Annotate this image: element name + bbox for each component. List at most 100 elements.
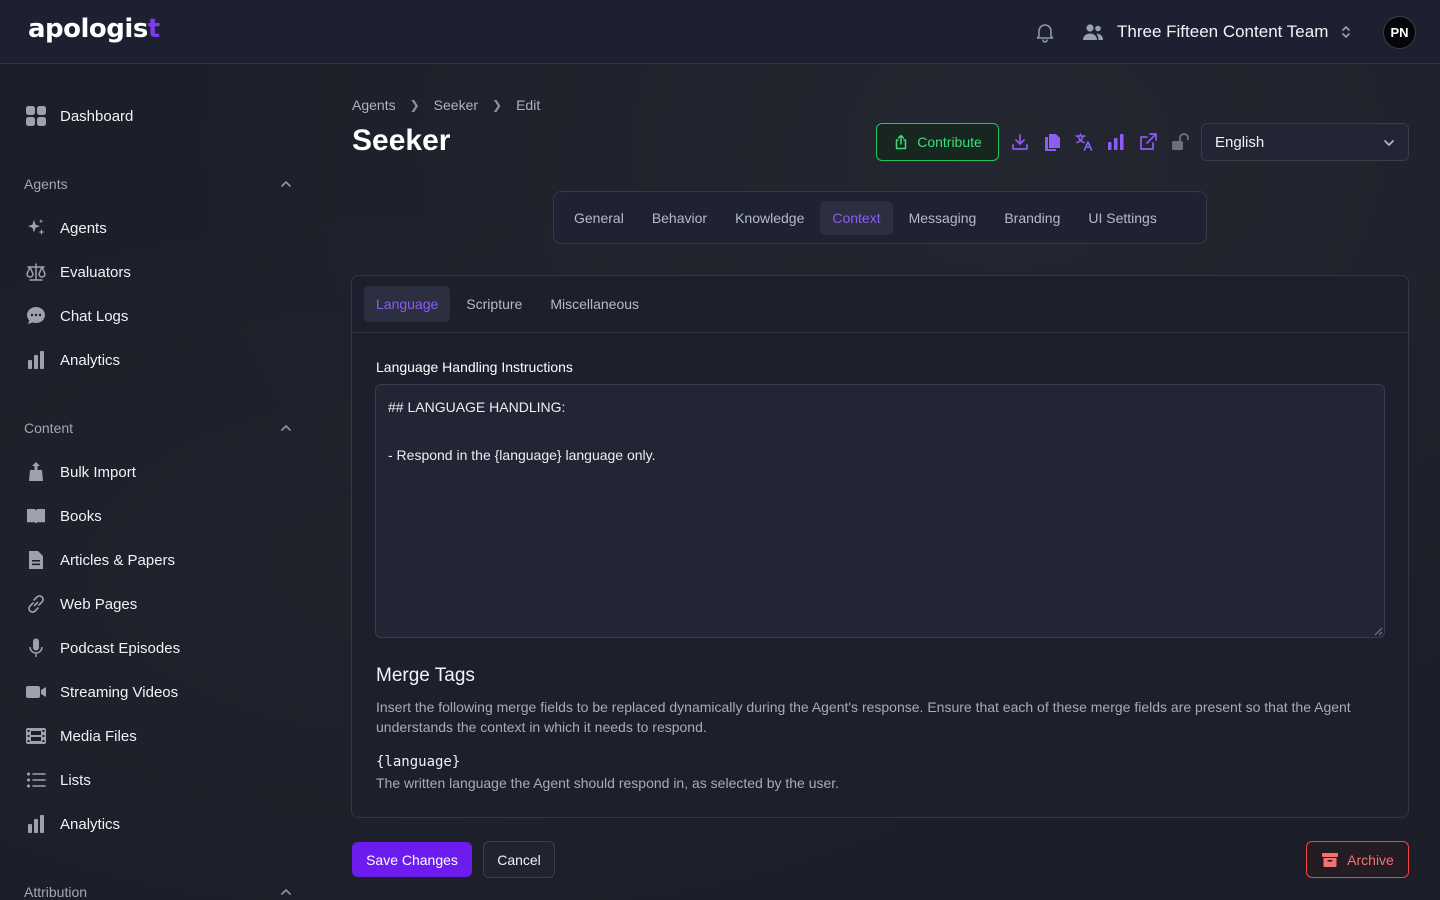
external-link-icon[interactable] — [1138, 132, 1158, 152]
merge-tags-description: Insert the following merge fields to be … — [376, 699, 1351, 735]
tab-general[interactable]: General — [562, 201, 636, 235]
tab-behavior[interactable]: Behavior — [640, 201, 719, 235]
subtab-scripture[interactable]: Scripture — [454, 286, 534, 322]
cancel-button[interactable]: Cancel — [483, 841, 555, 878]
sidebar-item-label: Web Pages — [60, 595, 138, 613]
dashboard-grid-icon — [24, 104, 48, 128]
sidebar-item-web-pages[interactable]: Web Pages — [24, 590, 137, 618]
unlock-icon[interactable] — [1170, 132, 1190, 152]
sidebar-item-evaluators[interactable]: Evaluators — [24, 258, 131, 286]
collapse-chevron-up-icon[interactable] — [278, 420, 294, 436]
scale-icon — [24, 260, 48, 284]
context-subtabs: Language Scripture Miscellaneous — [364, 286, 655, 322]
sidebar-item-streaming-videos[interactable]: Streaming Videos — [24, 678, 178, 706]
language-instructions-textarea[interactable]: ## LANGUAGE HANDLING: - Respond in the {… — [375, 384, 1385, 638]
notifications-bell-icon[interactable] — [1033, 20, 1057, 44]
document-icon — [24, 548, 48, 572]
open-book-icon — [24, 504, 48, 528]
language-select[interactable]: English — [1201, 123, 1409, 161]
tab-context[interactable]: Context — [820, 200, 893, 235]
sidebar-item-podcast-episodes[interactable]: Podcast Episodes — [24, 634, 180, 662]
bar-chart-icon — [24, 348, 48, 372]
sidebar-section-agents-title[interactable]: Agents — [24, 176, 68, 192]
team-switcher-chevron-icon[interactable] — [1339, 22, 1353, 42]
archive-button[interactable]: Archive — [1306, 841, 1409, 878]
breadcrumb-chevron-icon: ❯ — [409, 98, 420, 112]
top-bar: apologist Three Fifteen Content Team PN — [0, 0, 1440, 64]
resize-handle-icon[interactable] — [1374, 627, 1383, 636]
collapse-chevron-up-icon[interactable] — [278, 176, 294, 192]
microphone-icon — [24, 636, 48, 660]
breadcrumb-chevron-icon: ❯ — [492, 98, 503, 112]
breadcrumb-link-seeker[interactable]: Seeker — [434, 97, 478, 113]
chevron-down-icon — [1384, 140, 1394, 146]
contribute-label: Contribute — [917, 134, 982, 150]
chat-bubble-icon — [24, 304, 48, 328]
breadcrumb-link-agents[interactable]: Agents — [352, 97, 396, 113]
sidebar: Dashboard Agents Agents Evaluators Chat … — [0, 64, 312, 900]
film-strip-icon — [24, 724, 48, 748]
card-divider — [352, 332, 1408, 333]
sidebar-section-attribution-title[interactable]: Attribution — [24, 884, 87, 900]
sidebar-item-label: Bulk Import — [60, 463, 136, 481]
tab-ui-settings[interactable]: UI Settings — [1076, 201, 1168, 235]
sidebar-item-label: Agents — [60, 219, 107, 237]
sidebar-section-content-title[interactable]: Content — [24, 420, 73, 436]
contribute-button[interactable]: Contribute — [876, 123, 999, 161]
share-upload-icon — [895, 134, 907, 150]
sidebar-item-label: Media Files — [60, 727, 137, 745]
language-select-value: English — [1215, 133, 1265, 151]
agent-edit-tabs: General Behavior Knowledge Context Messa… — [553, 191, 1207, 244]
language-instructions-label: Language Handling Instructions — [376, 359, 573, 375]
archive-box-icon — [1322, 852, 1339, 867]
sidebar-item-bulk-import[interactable]: Bulk Import — [24, 458, 136, 486]
team-switcher-name[interactable]: Three Fifteen Content Team — [1117, 22, 1328, 42]
sparkles-icon — [24, 216, 48, 240]
link-icon — [24, 592, 48, 616]
tab-messaging[interactable]: Messaging — [897, 201, 989, 235]
context-settings-card: Language Scripture Miscellaneous Languag… — [351, 275, 1409, 818]
subtab-language[interactable]: Language — [364, 286, 451, 322]
sidebar-item-books[interactable]: Books — [24, 502, 102, 530]
subtab-miscellaneous[interactable]: Miscellaneous — [538, 286, 651, 322]
merge-tags-heading: Merge Tags — [376, 665, 475, 686]
translate-icon[interactable] — [1074, 132, 1094, 152]
sidebar-item-label: Evaluators — [60, 263, 131, 281]
import-upload-icon — [24, 460, 48, 484]
sidebar-item-lists[interactable]: Lists — [24, 766, 91, 794]
logo-cross: t — [147, 14, 160, 44]
sidebar-item-label: Chat Logs — [60, 307, 129, 325]
sidebar-item-label: Articles & Papers — [60, 551, 176, 569]
analytics-bar-chart-icon[interactable] — [1106, 132, 1126, 152]
sidebar-item-chat-logs[interactable]: Chat Logs — [24, 302, 128, 330]
sidebar-item-content-analytics[interactable]: Analytics — [24, 810, 120, 838]
tab-knowledge[interactable]: Knowledge — [723, 201, 816, 235]
list-icon — [24, 768, 48, 792]
user-avatar[interactable]: PN — [1383, 16, 1416, 49]
video-camera-icon — [24, 680, 48, 704]
sidebar-item-label: Analytics — [60, 815, 121, 833]
sidebar-item-agent-analytics[interactable]: Analytics — [24, 346, 120, 374]
merge-tag-code: {language} — [376, 754, 461, 770]
sidebar-item-articles-papers[interactable]: Articles & Papers — [24, 546, 175, 574]
sidebar-item-dashboard[interactable]: Dashboard — [24, 102, 133, 130]
download-icon[interactable] — [1010, 132, 1030, 152]
sidebar-item-media-files[interactable]: Media Files — [24, 722, 137, 750]
app-logo[interactable]: apologist — [28, 14, 160, 44]
save-changes-button[interactable]: Save Changes — [352, 842, 472, 877]
page-title: Seeker — [352, 124, 451, 157]
archive-label: Archive — [1347, 851, 1394, 868]
sidebar-item-label: Lists — [60, 771, 91, 789]
team-users-icon — [1083, 24, 1103, 40]
sidebar-item-label: Dashboard — [60, 107, 134, 125]
logo-wordmark: apologis — [28, 14, 148, 44]
sidebar-item-label: Books — [60, 507, 102, 525]
merge-tag-description: The written language the Agent should re… — [376, 775, 840, 791]
duplicate-icon[interactable] — [1042, 132, 1062, 152]
sidebar-item-label: Streaming Videos — [60, 683, 179, 701]
breadcrumb-current: Edit — [516, 97, 541, 113]
sidebar-item-agents[interactable]: Agents — [24, 214, 107, 242]
collapse-chevron-up-icon[interactable] — [278, 884, 294, 900]
bar-chart-icon — [24, 812, 48, 836]
tab-branding[interactable]: Branding — [992, 201, 1072, 235]
